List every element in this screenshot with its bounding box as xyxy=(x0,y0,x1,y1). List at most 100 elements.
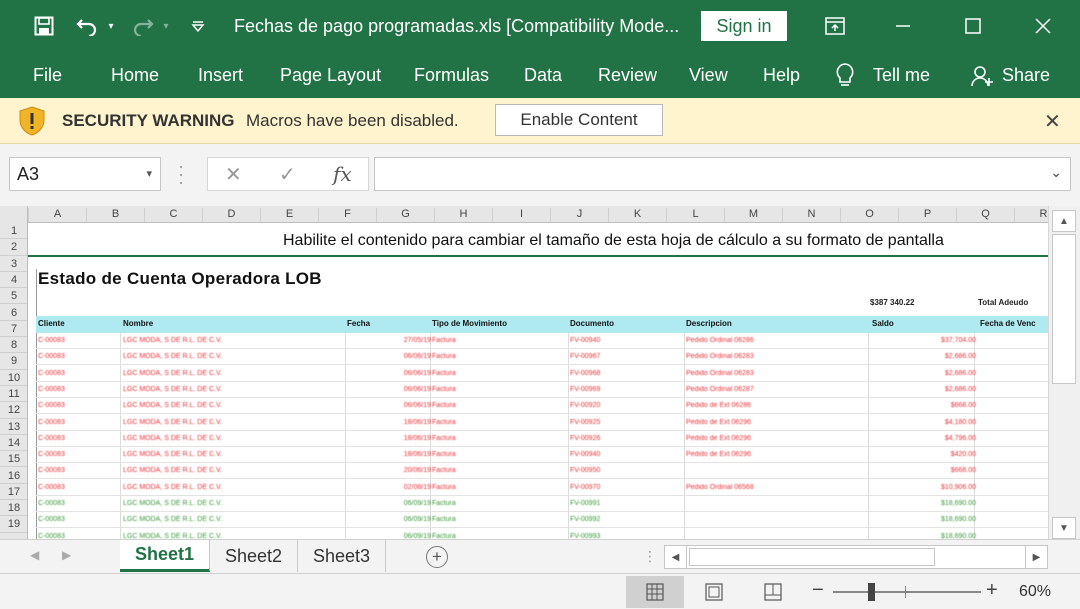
ribbon-display-options-icon[interactable] xyxy=(812,8,858,44)
save-icon[interactable] xyxy=(32,14,56,38)
row-header-10[interactable]: 10 xyxy=(0,370,27,386)
table-row[interactable]: C-00083 LGC MODA, S DE R.L. DE C.V. 18/06/… xyxy=(36,415,1048,431)
row-header-5[interactable]: 5 xyxy=(0,288,27,305)
column-header-e[interactable]: E xyxy=(260,208,318,222)
table-row[interactable]: C-00083 LGC MODA, S DE R.L. DE C.V. 06/06/… xyxy=(36,366,1048,382)
row-header-9[interactable]: 9 xyxy=(0,353,27,370)
zoom-slider-thumb[interactable] xyxy=(868,583,876,601)
table-row[interactable]: C-00083 LGC MODA, S DE R.L. DE C.V. 06/09/… xyxy=(36,529,1048,539)
tab-formulas[interactable]: Formulas xyxy=(414,65,489,86)
zoom-in-icon[interactable]: + xyxy=(986,579,998,602)
column-header-l[interactable]: L xyxy=(666,208,724,222)
sheet-tab-sheet3[interactable]: Sheet3 xyxy=(298,540,386,572)
zoom-level[interactable]: 60% xyxy=(1019,583,1051,601)
scroll-left-icon[interactable]: ◀ xyxy=(665,546,687,568)
row-header-12[interactable]: 12 xyxy=(0,402,27,419)
select-all-corner[interactable] xyxy=(0,206,28,223)
undo-dropdown-icon[interactable]: ▾ xyxy=(104,14,118,38)
column-header-b[interactable]: B xyxy=(86,208,144,222)
cancel-icon[interactable]: ✕ xyxy=(225,162,242,187)
column-header-k[interactable]: K xyxy=(608,208,666,222)
tab-view[interactable]: View xyxy=(689,65,728,86)
undo-icon[interactable] xyxy=(74,14,100,38)
row-header-15[interactable]: 15 xyxy=(0,451,27,468)
horizontal-scrollbar[interactable]: ◀ ▶ xyxy=(664,545,1048,569)
tab-data[interactable]: Data xyxy=(524,65,562,86)
share-person-icon[interactable] xyxy=(970,64,994,93)
scroll-down-icon[interactable]: ▼ xyxy=(1052,517,1076,539)
sheet-tab-sheet2[interactable]: Sheet2 xyxy=(210,540,298,572)
row-header-4[interactable]: 4 xyxy=(0,272,27,289)
redo-dropdown-icon[interactable]: ▾ xyxy=(159,14,173,38)
tab-page-layout[interactable]: Page Layout xyxy=(280,65,381,86)
row-header-13[interactable]: 13 xyxy=(0,419,27,435)
formula-bar-grip-icon[interactable]: · · · xyxy=(178,157,184,191)
row-header-11[interactable]: 11 xyxy=(0,386,27,403)
tab-insert[interactable]: Insert xyxy=(198,65,243,86)
column-header-c[interactable]: C xyxy=(144,208,202,222)
page-break-preview-icon[interactable] xyxy=(744,576,802,608)
share-button[interactable]: Share xyxy=(1002,65,1050,86)
column-header-g[interactable]: G xyxy=(376,208,434,222)
column-header-f[interactable]: F xyxy=(318,208,376,222)
sign-in-button[interactable]: Sign in xyxy=(701,11,787,41)
row-header-18[interactable]: 18 xyxy=(0,500,27,517)
zoom-out-icon[interactable]: − xyxy=(812,579,824,602)
row-header-19[interactable]: 19 xyxy=(0,516,27,533)
redo-icon[interactable] xyxy=(130,14,156,38)
tab-split-grip-icon[interactable]: ⋮ xyxy=(643,548,657,565)
next-sheet-icon[interactable]: ▶ xyxy=(62,548,71,562)
page-layout-view-icon[interactable] xyxy=(685,576,743,608)
column-header-m[interactable]: M xyxy=(724,208,782,222)
scroll-right-icon[interactable]: ▶ xyxy=(1025,546,1047,568)
enable-content-button[interactable]: Enable Content xyxy=(495,104,663,136)
table-row[interactable]: C-00083 LGC MODA, S DE R.L. DE C.V. 18/06/… xyxy=(36,431,1048,447)
row-header-2[interactable]: 2 xyxy=(0,239,27,256)
worksheet-area[interactable]: Habilite el contenido para cambiar el ta… xyxy=(28,223,1048,539)
table-row[interactable]: C-00083 LGC MODA, S DE R.L. DE C.V. 06/09/… xyxy=(36,512,1048,529)
column-header-o[interactable]: O xyxy=(840,208,898,222)
tell-me-search[interactable]: Tell me xyxy=(873,65,930,86)
row-header-16[interactable]: 16 xyxy=(0,468,27,484)
column-header-q[interactable]: Q xyxy=(956,208,1014,222)
close-warning-icon[interactable]: ✕ xyxy=(1044,109,1061,134)
column-header-n[interactable]: N xyxy=(782,208,840,222)
customize-quick-access-icon[interactable] xyxy=(188,14,208,38)
name-box[interactable]: A3 ▾ xyxy=(9,157,161,191)
tab-file[interactable]: File xyxy=(33,65,62,86)
table-row[interactable]: C-00083 LGC MODA, S DE R.L. DE C.V. 06/06/… xyxy=(36,349,1048,366)
horizontal-scroll-thumb[interactable] xyxy=(689,548,935,566)
row-header-8[interactable]: 8 xyxy=(0,337,27,354)
table-row[interactable]: C-00083 LGC MODA, S DE R.L. DE C.V. 06/06/… xyxy=(36,382,1048,398)
formula-input[interactable]: ⌄ xyxy=(374,157,1071,191)
close-window-icon[interactable] xyxy=(1020,8,1066,44)
table-row[interactable]: C-00083 LGC MODA, S DE R.L. DE C.V. 06/06/… xyxy=(36,398,1048,415)
add-sheet-icon[interactable]: + xyxy=(426,546,448,568)
column-header-h[interactable]: H xyxy=(434,208,492,222)
normal-view-icon[interactable] xyxy=(626,576,684,608)
lightbulb-icon[interactable] xyxy=(834,62,856,93)
row-header-1[interactable]: 1 xyxy=(0,223,27,240)
tab-review[interactable]: Review xyxy=(598,65,657,86)
column-header-p[interactable]: P xyxy=(898,208,956,222)
scroll-up-icon[interactable]: ▲ xyxy=(1052,210,1076,232)
row-header-14[interactable]: 14 xyxy=(0,435,27,452)
zoom-slider-track[interactable] xyxy=(833,591,981,593)
column-header-j[interactable]: J xyxy=(550,208,608,222)
sheet-tab-sheet1[interactable]: Sheet1 xyxy=(120,540,210,572)
maximize-icon[interactable] xyxy=(950,8,996,44)
table-row[interactable]: C-00083 LGC MODA, S DE R.L. DE C.V. 02/08/… xyxy=(36,480,1048,496)
column-header-a[interactable]: A xyxy=(28,208,86,222)
tab-home[interactable]: Home xyxy=(111,65,159,86)
row-header-7[interactable]: 7 xyxy=(0,321,27,338)
expand-formula-bar-icon[interactable]: ⌄ xyxy=(1050,164,1062,181)
table-row[interactable]: C-00083 LGC MODA, S DE R.L. DE C.V. 27/05/… xyxy=(36,333,1048,349)
row-header-17[interactable]: 17 xyxy=(0,484,27,501)
table-row[interactable]: C-00083 LGC MODA, S DE R.L. DE C.V. 06/09/… xyxy=(36,496,1048,512)
name-box-dropdown-icon[interactable]: ▾ xyxy=(146,158,152,190)
table-row[interactable]: C-00083 LGC MODA, S DE R.L. DE C.V. 18/06/… xyxy=(36,447,1048,464)
column-header-d[interactable]: D xyxy=(202,208,260,222)
prev-sheet-icon[interactable]: ◀ xyxy=(30,548,39,562)
vertical-scroll-thumb[interactable] xyxy=(1052,234,1076,384)
enter-icon[interactable]: ✓ xyxy=(279,162,296,187)
